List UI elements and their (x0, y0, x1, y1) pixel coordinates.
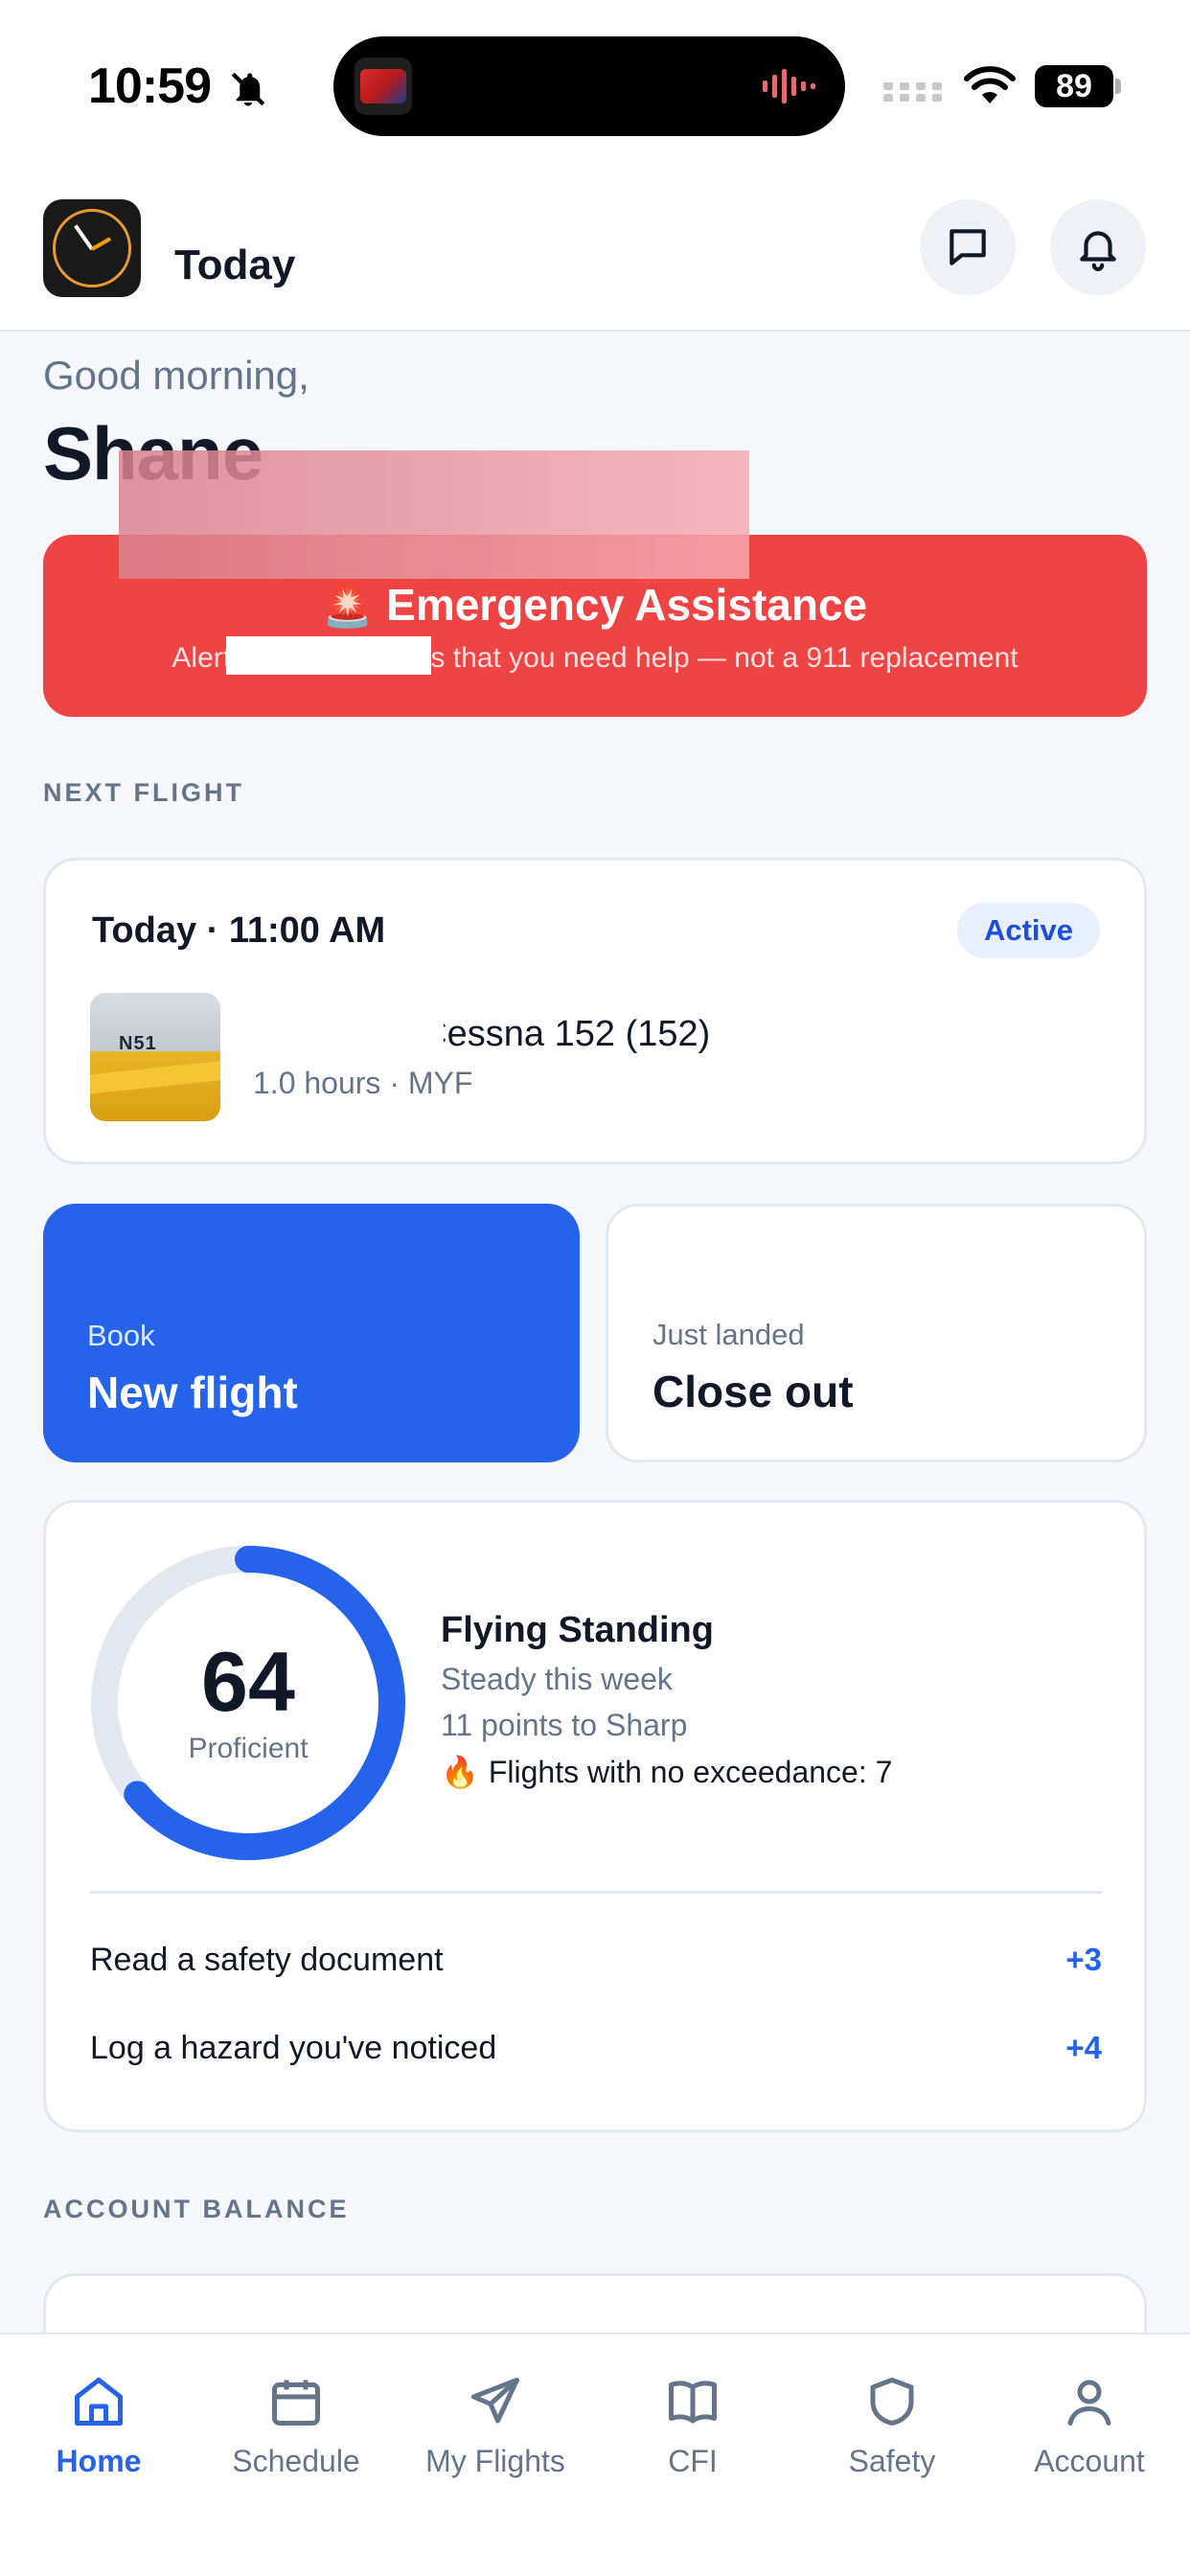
tab-bar: Home Schedule My Flights CFI Safety Acco… (0, 2333, 1190, 2576)
emergency-subtitle: Alert s that you need help — not a 911 r… (172, 642, 1018, 674)
close-kicker: Just landed (652, 1318, 805, 1351)
home-icon (75, 2378, 123, 2426)
wifi-icon (964, 66, 1016, 104)
page-title: Today (174, 242, 296, 288)
tab-schedule[interactable]: Schedule (197, 2373, 395, 2507)
app-logo[interactable] (43, 199, 141, 297)
next-flight-card[interactable]: Today · 11:00 AM Active N51 - Cessna 152… (43, 858, 1147, 1164)
battery-icon: 89 (1035, 65, 1123, 107)
signal-icon (883, 82, 942, 102)
tab-my-flights[interactable]: My Flights (397, 2373, 594, 2507)
section-label-next-flight: NEXT FLIGHT (43, 778, 244, 807)
emergency-title-text: Emergency Assistance (386, 580, 868, 630)
redaction-box (119, 450, 749, 579)
standing-trend: Steady this week (441, 1662, 673, 1696)
greeting-text: Good morning, (43, 353, 309, 398)
section-label-account-balance: ACCOUNT BALANCE (43, 2195, 350, 2223)
redaction-box (226, 636, 431, 675)
battery-level: 89 (1035, 65, 1113, 107)
tab-cfi[interactable]: CFI (594, 2373, 791, 2507)
task-label: Log a hazard you've noticed (90, 2030, 497, 2066)
task-item[interactable]: Log a hazard you've noticed +4 (90, 2020, 1102, 2078)
status-badge: Active (956, 903, 1100, 958)
task-points: +3 (1065, 1942, 1102, 1977)
messages-button[interactable] (920, 199, 1016, 295)
flying-standing-card[interactable]: 64 Proficient Flying Standing Steady thi… (43, 1500, 1147, 2132)
standing-next-level: 11 points to Sharp (441, 1708, 688, 1742)
task-item[interactable]: Read a safety document +3 (90, 1932, 1102, 1990)
status-bar: 10:59 89 (0, 0, 1190, 153)
book-new-flight-button[interactable]: Book New flight (43, 1204, 580, 1462)
notifications-button[interactable] (1050, 199, 1146, 295)
fire-icon: 🔥 (441, 1755, 479, 1789)
siren-icon: 🚨 (322, 584, 374, 629)
flight-meta: 1.0 hours · MYF (253, 1066, 473, 1100)
close-title: Close out (652, 1367, 854, 1416)
send-icon (471, 2378, 519, 2424)
standing-title: Flying Standing (441, 1610, 714, 1650)
redaction-box (338, 1014, 444, 1058)
bell-slash-icon (231, 72, 265, 106)
divider (90, 1891, 1102, 1894)
flight-aircraft: - Cessna 152 (152) (399, 1014, 711, 1054)
status-time: 10:59 (88, 58, 212, 114)
message-icon (950, 229, 986, 265)
user-icon (1067, 2380, 1111, 2426)
tab-account[interactable]: Account (991, 2373, 1188, 2507)
task-label: Read a safety document (90, 1942, 444, 1978)
tab-home[interactable]: Home (0, 2373, 197, 2507)
task-points: +4 (1065, 2030, 1102, 2065)
tab-safety[interactable]: Safety (793, 2373, 991, 2507)
flight-datetime: Today · 11:00 AM (92, 910, 386, 951)
book-kicker: Book (87, 1319, 155, 1352)
shield-icon (870, 2378, 914, 2426)
calendar-icon (272, 2380, 320, 2426)
audio-wave-icon (763, 69, 815, 104)
book-title: New flight (87, 1368, 298, 1417)
bell-icon (1080, 231, 1116, 271)
island-app-icon (355, 58, 412, 115)
emergency-title: 🚨 Emergency Assistance (43, 579, 1147, 631)
standing-score: 64 (201, 1634, 295, 1729)
book-icon (669, 2380, 717, 2424)
standing-level: Proficient (188, 1733, 309, 1764)
dynamic-island (333, 36, 845, 136)
standing-streak: 🔥 Flights with no exceedance: 7 (441, 1755, 893, 1789)
close-out-button[interactable]: Just landed Close out (606, 1204, 1147, 1462)
app-header: Today (0, 153, 1190, 332)
aircraft-photo: N51 (90, 993, 220, 1121)
